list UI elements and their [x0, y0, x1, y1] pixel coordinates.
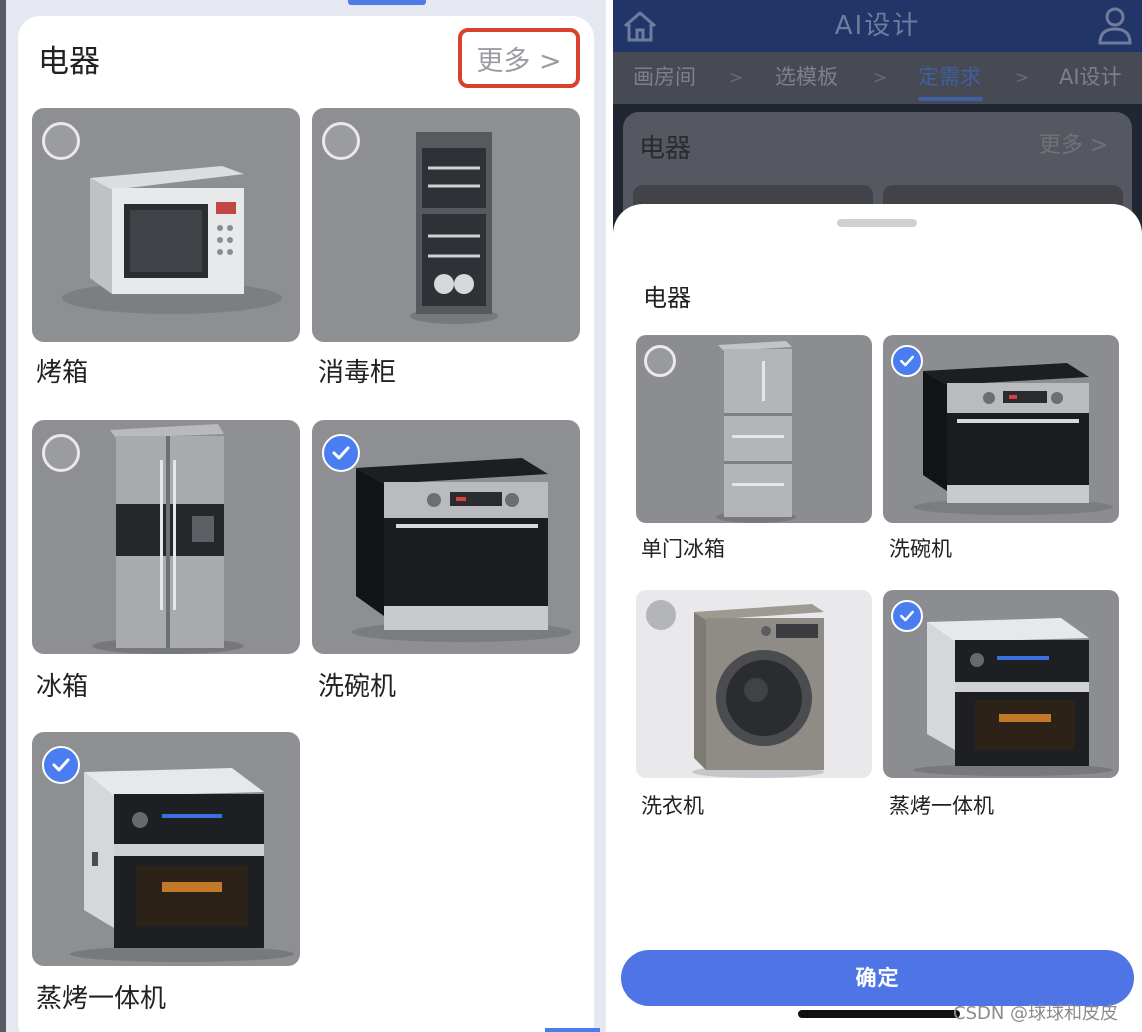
appliance-card-steam-oven[interactable]: [883, 590, 1119, 778]
appliance-section-card: 电器 更多 > 烤箱 消毒柜 冰箱 洗碗机 蒸烤一体机: [18, 16, 594, 1032]
step-separator: >: [1015, 68, 1030, 88]
appliance-label: 洗碗机: [318, 672, 397, 702]
select-radio[interactable]: [644, 345, 676, 377]
background-more-link: 更多 >: [1039, 133, 1109, 158]
section-title: 电器: [38, 44, 100, 80]
appliance-label: 蒸烤一体机: [36, 984, 167, 1014]
top-tab-indicator: [348, 0, 426, 5]
appliance-card-fridge[interactable]: [32, 420, 300, 654]
left-edge-bar: [0, 0, 6, 1032]
appliance-card-dishwasher[interactable]: [312, 420, 580, 654]
step-set-requirements[interactable]: 定需求: [918, 62, 981, 92]
selected-check[interactable]: [891, 600, 923, 632]
appliance-label: 蒸烤一体机: [889, 794, 994, 818]
checkmark-icon: [52, 758, 70, 772]
more-button[interactable]: 更多 >: [458, 28, 580, 88]
step-navigation: 画房间 > 选模板 > 定需求 > AI设计: [613, 52, 1142, 104]
appliance-card-washing-machine[interactable]: [636, 590, 872, 778]
sheet-drag-handle[interactable]: [837, 219, 917, 227]
left-screen: 电器 更多 > 烤箱 消毒柜 冰箱 洗碗机 蒸烤一体机: [0, 0, 606, 1032]
step-choose-template[interactable]: 选模板: [775, 62, 838, 92]
confirm-button[interactable]: 确定: [621, 950, 1134, 1006]
select-radio[interactable]: [322, 122, 360, 160]
appliance-card-steam-oven[interactable]: [32, 732, 300, 966]
select-radio[interactable]: [646, 600, 676, 630]
step-separator: >: [729, 68, 744, 88]
step-draw-room[interactable]: 画房间: [633, 62, 696, 92]
select-radio[interactable]: [42, 434, 80, 472]
step-ai-design[interactable]: AI设计: [1059, 62, 1122, 92]
checkmark-icon: [332, 446, 350, 460]
appliance-card-dishwasher[interactable]: [883, 335, 1119, 523]
selected-check[interactable]: [891, 345, 923, 377]
selected-check[interactable]: [42, 746, 80, 784]
step-separator: >: [873, 68, 888, 88]
appliance-card-single-door-fridge[interactable]: [636, 335, 872, 523]
active-step-underline: [918, 97, 983, 101]
appliance-label: 洗碗机: [889, 537, 952, 561]
app-title: AI设计: [834, 11, 921, 41]
bottom-sheet: 电器 单门冰箱 洗碗机 洗衣机 蒸烤一体机 确定 CSDN @球球和皮皮: [613, 204, 1142, 1032]
watermark-text: CSDN @球球和皮皮: [953, 1003, 1119, 1024]
bottom-tab-indicator: [545, 1028, 600, 1032]
appliance-label: 烤箱: [36, 358, 89, 388]
checkmark-icon: [900, 355, 914, 367]
user-icon[interactable]: [1097, 5, 1133, 45]
background-section-title: 电器: [639, 134, 692, 164]
app-header: AI设计: [613, 0, 1142, 52]
sheet-title: 电器: [643, 284, 691, 312]
checkmark-icon: [900, 610, 914, 622]
right-screen: AI设计 画房间 > 选模板 > 定需求 > AI设计 电器 更多 > 电器 单…: [613, 0, 1142, 1032]
appliance-label: 冰箱: [36, 672, 89, 702]
appliance-label: 洗衣机: [641, 794, 704, 818]
selected-check[interactable]: [322, 434, 360, 472]
appliance-label: 单门冰箱: [641, 537, 725, 561]
appliance-label: 消毒柜: [318, 358, 397, 388]
select-radio[interactable]: [42, 122, 80, 160]
appliance-card-disinfection-cabinet[interactable]: [312, 108, 580, 342]
appliance-card-oven[interactable]: [32, 108, 300, 342]
home-indicator: [798, 1010, 960, 1018]
